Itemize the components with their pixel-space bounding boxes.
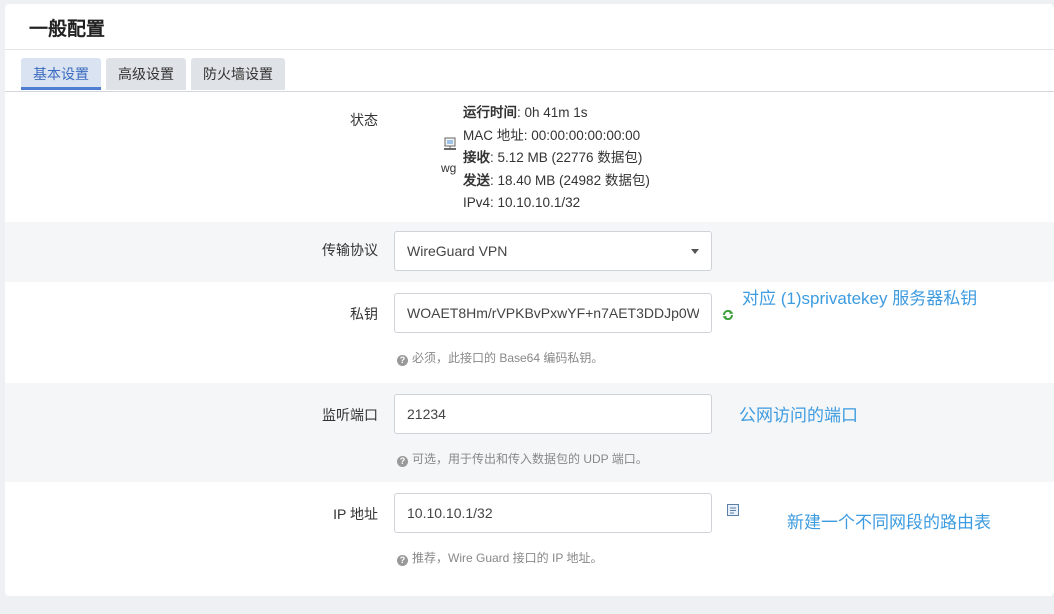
private-key-label: 私钥	[350, 306, 378, 322]
ip-address-hint: ? 推荐，Wire Guard 接口的 IP 地址。	[397, 549, 602, 566]
status-ipv4: IPv4: 10.10.10.1/32	[463, 195, 581, 210]
protocol-label: 传输协议	[322, 242, 378, 258]
status-tx: 发送: 18.40 MB (24982 数据包)	[463, 172, 650, 188]
status-mac: MAC 地址: 00:00:00:00:00:00	[463, 127, 641, 143]
interface-name: wg	[441, 161, 457, 175]
listen-port-input[interactable]	[394, 394, 712, 434]
chevron-down-icon	[691, 249, 699, 254]
listen-port-annotation: 公网访问的端口	[739, 406, 858, 425]
help-icon: ?	[397, 555, 408, 566]
private-key-input[interactable]	[394, 293, 712, 333]
help-icon: ?	[397, 355, 408, 366]
status-runtime: 运行时间: 0h 41m 1s	[463, 105, 588, 120]
refresh-icon[interactable]	[721, 308, 735, 322]
network-interface-icon	[444, 137, 456, 150]
general-config-panel: 一般配置 基本设置 高级设置 防火墙设置 状态 wg 运行时间: 0h 41m …	[5, 4, 1054, 596]
status-rx: 接收: 5.12 MB (22776 数据包)	[463, 150, 643, 165]
private-key-hint: ? 必须，此接口的 Base64 编码私钥。	[397, 349, 603, 366]
private-key-annotation: 对应 (1)sprivatekey 服务器私钥	[742, 289, 978, 308]
listen-port-hint: ? 可选，用于传出和传入数据包的 UDP 端口。	[397, 450, 648, 467]
tab-basic-settings[interactable]: 基本设置	[21, 58, 101, 90]
ip-address-input[interactable]	[394, 493, 712, 533]
ip-address-label: IP 地址	[333, 506, 378, 522]
listen-port-label: 监听端口	[322, 407, 378, 423]
ip-address-annotation: 新建一个不同网段的路由表	[787, 513, 991, 532]
status-label: 状态	[350, 112, 378, 128]
status-details: 运行时间: 0h 41m 1s MAC 地址: 00:00:00:00:00:0…	[463, 102, 650, 215]
tab-firewall-settings[interactable]: 防火墙设置	[191, 58, 285, 90]
protocol-value: WireGuard VPN	[407, 243, 508, 259]
page-title: 一般配置	[29, 19, 106, 40]
help-icon: ?	[397, 456, 408, 467]
protocol-select[interactable]: WireGuard VPN	[394, 231, 712, 271]
add-entry-icon[interactable]	[726, 503, 740, 517]
title-divider	[5, 49, 1054, 50]
tab-advanced-settings[interactable]: 高级设置	[106, 58, 186, 90]
